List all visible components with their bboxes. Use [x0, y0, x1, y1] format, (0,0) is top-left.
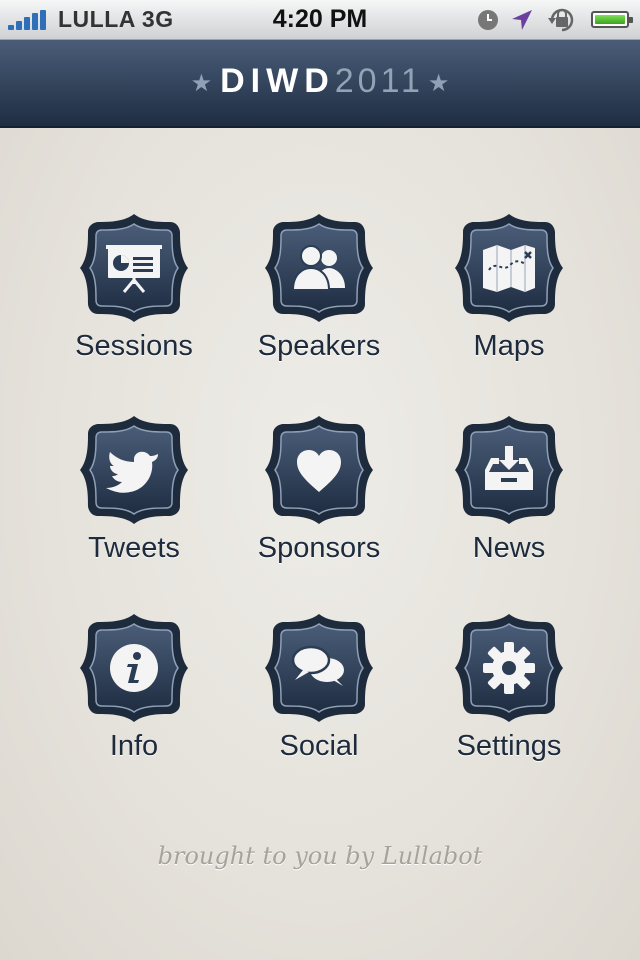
location-icon	[512, 10, 532, 30]
menu-label: Settings	[456, 730, 562, 762]
gear-icon	[455, 614, 563, 722]
menu-item-tweets[interactable]: Tweets	[34, 414, 234, 604]
clock-icon	[478, 10, 498, 30]
star-icon: ★	[190, 70, 213, 98]
menu-label: Social	[279, 730, 359, 762]
menu-label: News	[472, 532, 546, 564]
menu-label: Sponsors	[257, 532, 381, 564]
heart-icon	[265, 416, 373, 524]
menu-item-sessions[interactable]: Sessions	[34, 212, 234, 402]
people-icon	[265, 214, 373, 322]
battery-icon	[591, 11, 633, 28]
presentation-icon	[80, 214, 188, 322]
bird-icon	[80, 416, 188, 524]
star-icon: ★	[427, 70, 450, 98]
credit-text: brought to you by Lullabot	[157, 842, 483, 870]
nav-header: ★ DIWD2011 ★	[0, 40, 640, 128]
menu-label: Tweets	[88, 532, 180, 564]
menu-label: Speakers	[257, 330, 381, 362]
title-main: DIWD	[220, 62, 335, 100]
menu-item-sponsors[interactable]: Sponsors	[219, 414, 419, 604]
status-bar: LULLA 3G 4:20 PM	[0, 0, 640, 40]
menu-label: Sessions	[75, 330, 193, 362]
menu-item-news[interactable]: News	[409, 414, 609, 604]
title-year: 2011	[334, 62, 424, 100]
map-icon	[455, 214, 563, 322]
inbox-download-icon	[455, 416, 563, 524]
menu-label: Info	[109, 730, 159, 762]
rotation-lock-icon	[548, 8, 574, 32]
menu-item-maps[interactable]: Maps	[409, 212, 609, 402]
status-time: 4:20 PM	[272, 5, 368, 33]
info-icon	[80, 614, 188, 722]
menu-label: Maps	[473, 330, 545, 362]
speech-bubbles-icon	[265, 614, 373, 722]
menu-item-settings[interactable]: Settings	[409, 612, 609, 802]
app-title: ★ DIWD2011 ★	[0, 62, 640, 102]
menu-item-info[interactable]: Info	[34, 612, 234, 802]
menu-item-speakers[interactable]: Speakers	[219, 212, 419, 402]
menu-item-social[interactable]: Social	[219, 612, 419, 802]
main-menu: Sessions Speakers Maps Tweets Sponsors N…	[0, 128, 640, 960]
